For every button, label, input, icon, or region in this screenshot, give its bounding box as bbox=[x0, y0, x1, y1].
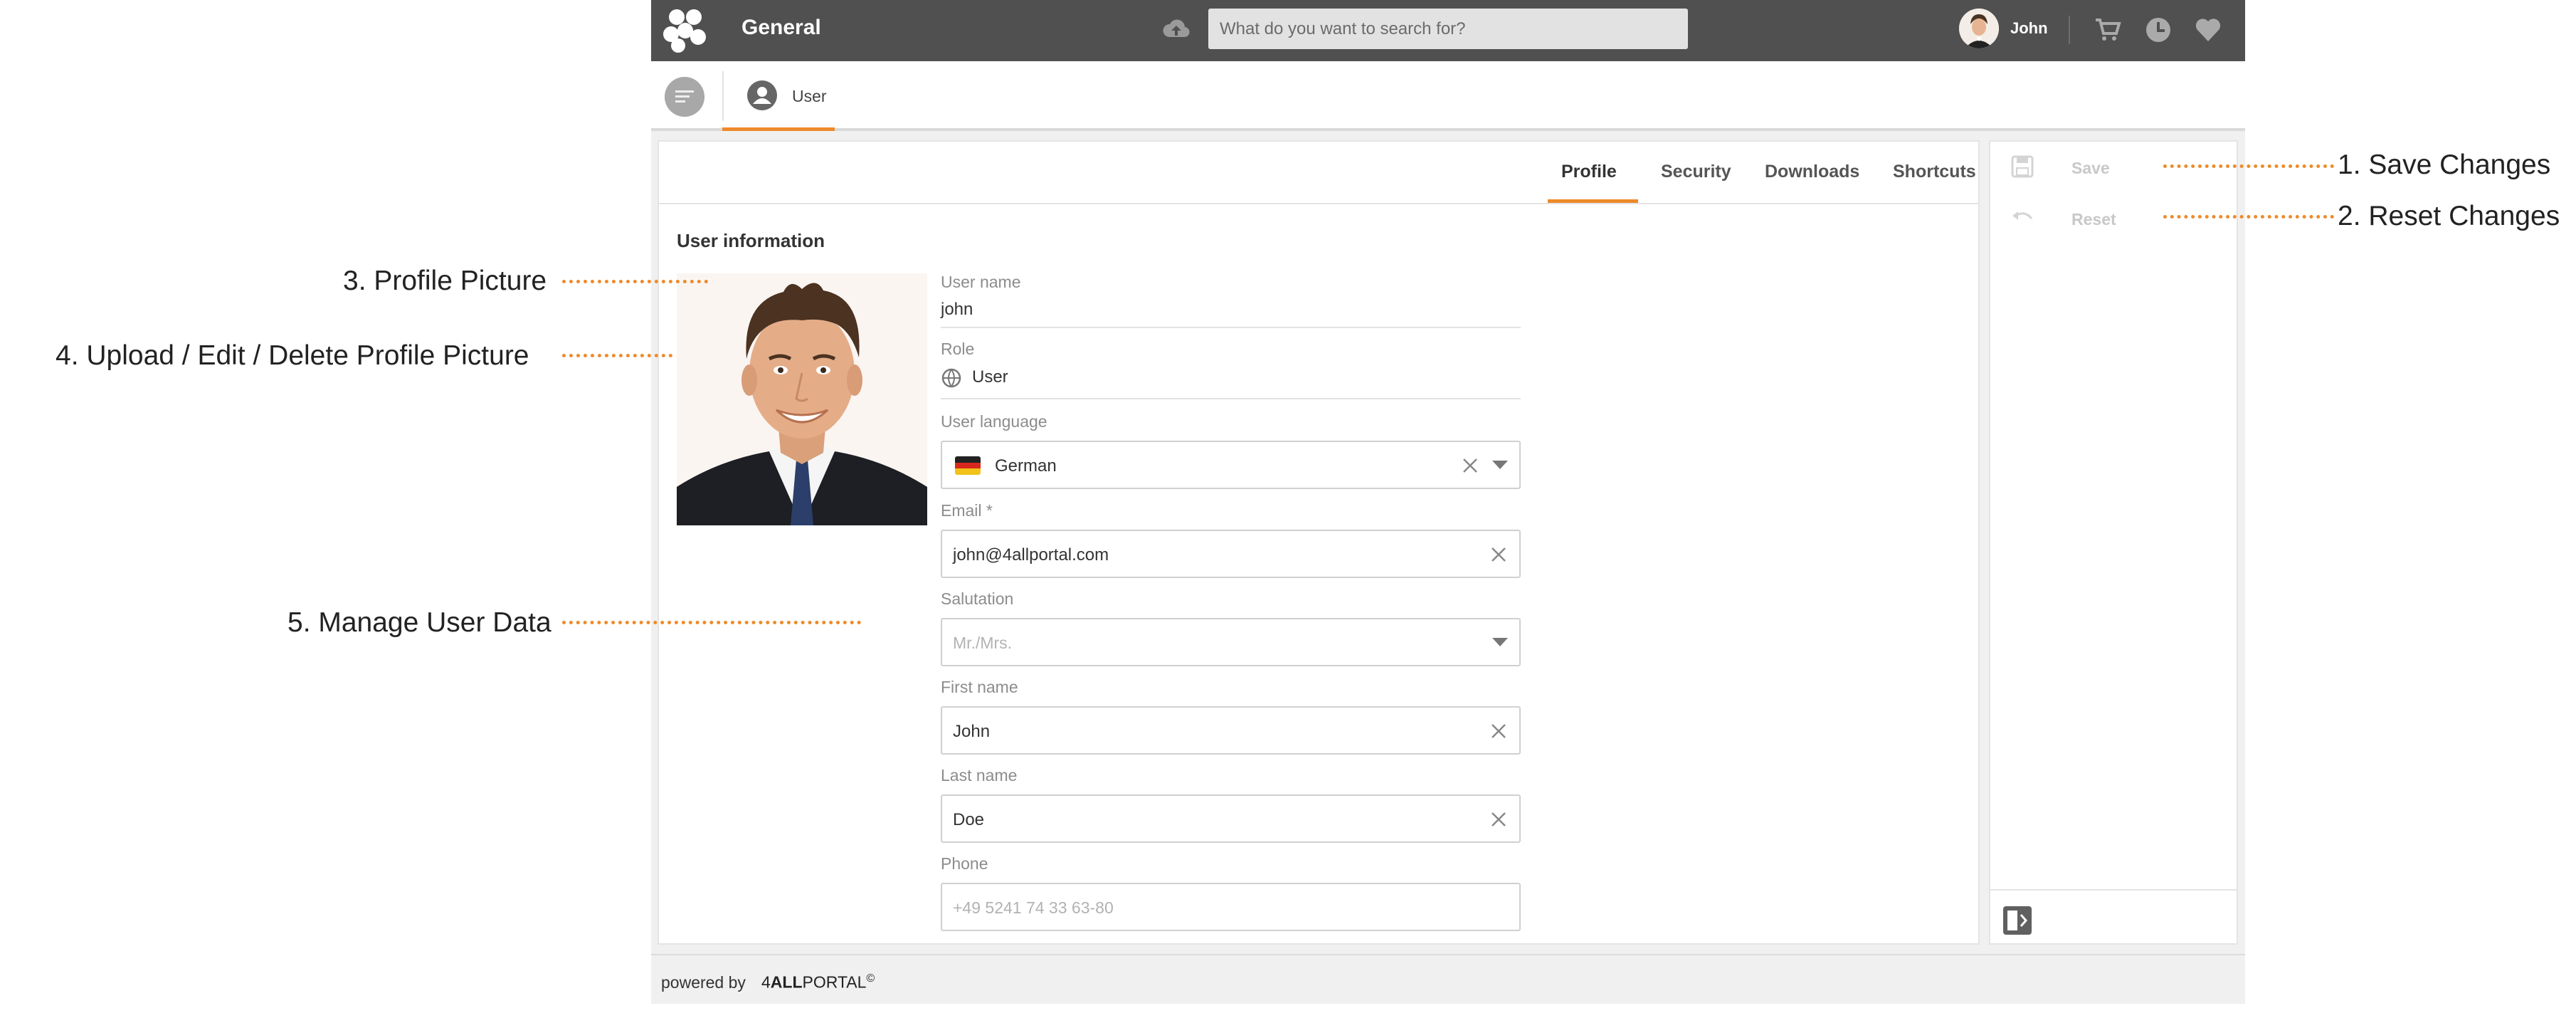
user-name[interactable]: John bbox=[2010, 19, 2048, 38]
german-flag-icon bbox=[955, 456, 981, 475]
role-underline bbox=[941, 398, 1521, 399]
profile-tabs: Profile Security Downloads Shortcuts bbox=[659, 142, 1978, 204]
globe-icon bbox=[941, 368, 961, 388]
side-panel-divider bbox=[1990, 889, 2237, 891]
save-button[interactable]: Save bbox=[2010, 153, 2153, 182]
phone-field[interactable]: +49 5241 74 33 63-80 bbox=[941, 883, 1521, 931]
close-icon[interactable] bbox=[1461, 456, 1479, 475]
app-title: General bbox=[741, 16, 821, 39]
annotation-line-reset bbox=[2163, 215, 2334, 219]
undo-icon bbox=[2012, 211, 2033, 220]
chevron-down-icon[interactable] bbox=[1492, 461, 1508, 471]
email-label: Email * bbox=[941, 501, 993, 520]
username-value: john bbox=[941, 300, 973, 319]
annotation-line-picture bbox=[562, 280, 708, 283]
annotation-line-save bbox=[2163, 164, 2334, 168]
username-label: User name bbox=[941, 273, 1021, 291]
phone-placeholder: +49 5241 74 33 63-80 bbox=[953, 898, 1114, 917]
annotation-manage-user-data: 5. Manage User Data bbox=[287, 607, 551, 638]
heart-icon[interactable] bbox=[2194, 16, 2222, 44]
salutation-label: Salutation bbox=[941, 589, 1014, 608]
avatar-face bbox=[1959, 9, 1999, 48]
user-circle-icon bbox=[747, 80, 777, 110]
topbar-divider bbox=[2069, 16, 2070, 44]
footer: powered by 4ALLPORTAL© bbox=[651, 954, 2245, 1004]
brand-prefix: 4 bbox=[761, 972, 771, 992]
search-input[interactable] bbox=[1208, 9, 1688, 49]
annotation-save-changes: 1. Save Changes bbox=[2338, 149, 2551, 180]
profile-photo-image bbox=[677, 273, 927, 525]
annotation-profile-picture: 3. Profile Picture bbox=[343, 266, 547, 296]
first-name-value: John bbox=[953, 722, 991, 741]
last-name-field[interactable]: Doe bbox=[941, 794, 1521, 843]
last-name-label: Last name bbox=[941, 766, 1018, 785]
actions-panel: Save Reset bbox=[1989, 140, 2238, 945]
first-name-field[interactable]: John bbox=[941, 706, 1521, 755]
email-value: john@4allportal.com bbox=[953, 545, 1109, 565]
close-icon[interactable] bbox=[1489, 545, 1508, 564]
salutation-select[interactable]: Mr./Mrs. bbox=[941, 618, 1521, 666]
language-label: User language bbox=[941, 412, 1047, 431]
upload-cloud-icon[interactable] bbox=[1162, 17, 1191, 43]
tab-downloads[interactable]: Downloads bbox=[1765, 162, 1859, 182]
reset-label: Reset bbox=[2071, 210, 2116, 229]
powered-by-text: powered by bbox=[661, 973, 746, 992]
brand-bold: ALL bbox=[770, 972, 803, 992]
annotation-upload-picture: 4. Upload / Edit / Delete Profile Pictur… bbox=[56, 340, 529, 371]
tab-profile[interactable]: Profile bbox=[1561, 162, 1617, 182]
brand-suffix: PORTAL bbox=[802, 972, 867, 992]
salutation-placeholder: Mr./Mrs. bbox=[953, 634, 1013, 652]
menu-icon[interactable] bbox=[665, 77, 704, 117]
first-name-label: First name bbox=[941, 678, 1018, 696]
close-icon[interactable] bbox=[1489, 810, 1508, 829]
email-field[interactable]: john@4allportal.com bbox=[941, 530, 1521, 578]
cart-icon[interactable] bbox=[2093, 16, 2121, 44]
profile-picture[interactable] bbox=[677, 273, 927, 525]
annotation-line-upload bbox=[562, 354, 672, 357]
logo-icon[interactable] bbox=[663, 9, 708, 53]
avatar[interactable] bbox=[1959, 9, 1999, 48]
last-name-value: Doe bbox=[953, 810, 985, 829]
role-value: User bbox=[972, 367, 1008, 387]
language-value: German bbox=[995, 456, 1057, 476]
tab-user[interactable]: User bbox=[722, 61, 835, 131]
section-title: User information bbox=[677, 230, 825, 251]
reset-button[interactable]: Reset bbox=[2010, 204, 2153, 233]
save-label: Save bbox=[2071, 159, 2110, 177]
save-icon bbox=[2011, 155, 2034, 178]
active-tab-indicator bbox=[1548, 199, 1638, 203]
annotation-reset-changes: 2. Reset Changes bbox=[2338, 201, 2560, 231]
username-underline bbox=[941, 327, 1521, 328]
tab-user-label: User bbox=[792, 87, 827, 105]
chevron-down-icon[interactable] bbox=[1492, 638, 1508, 648]
language-select[interactable]: German bbox=[941, 441, 1521, 489]
role-label: Role bbox=[941, 340, 975, 358]
collapse-panel-icon[interactable] bbox=[2002, 905, 2033, 936]
tab-shortcuts[interactable]: Shortcuts bbox=[1893, 162, 1976, 182]
phone-label: Phone bbox=[941, 854, 988, 873]
annotation-line-user-data bbox=[562, 621, 861, 624]
module-bar: User bbox=[651, 61, 2245, 131]
tab-security[interactable]: Security bbox=[1661, 162, 1731, 182]
history-icon[interactable] bbox=[2144, 16, 2173, 44]
brand-logo: 4ALLPORTAL© bbox=[761, 972, 875, 992]
app-window: General John bbox=[651, 0, 2245, 1004]
profile-panel: Profile Security Downloads Shortcuts Use… bbox=[658, 140, 1980, 945]
close-icon[interactable] bbox=[1489, 722, 1508, 740]
brand-mark: © bbox=[866, 972, 875, 985]
top-bar: General John bbox=[651, 0, 2245, 61]
